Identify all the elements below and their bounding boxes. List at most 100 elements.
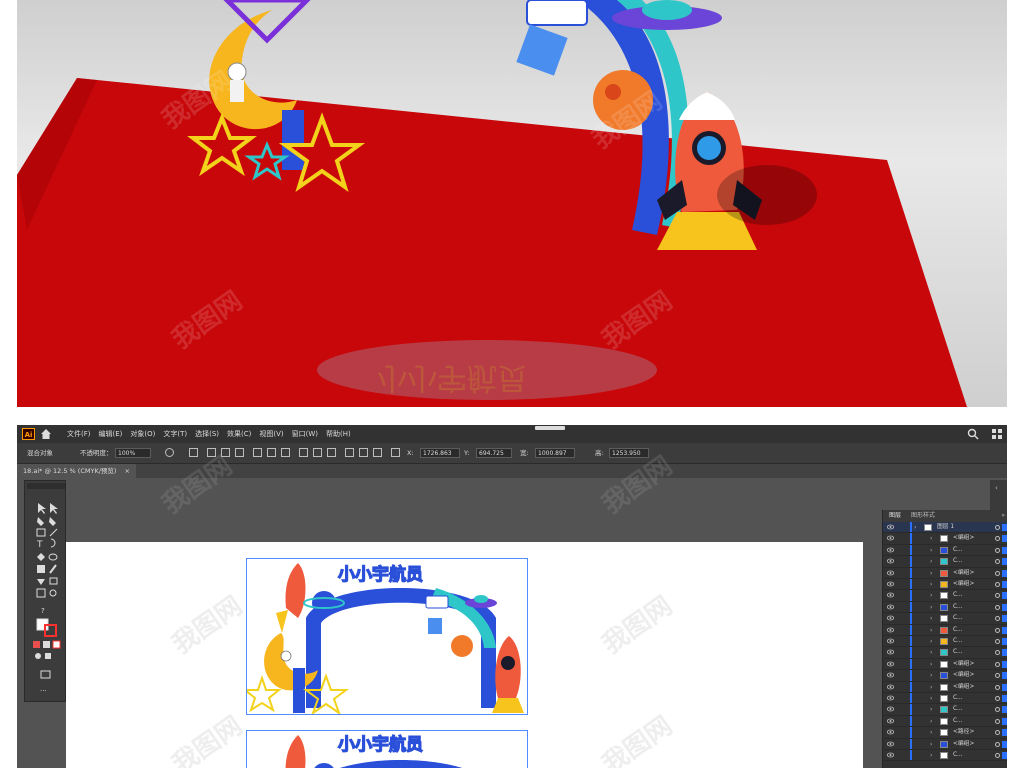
visibility-eye-icon[interactable] [887,706,894,712]
y-field[interactable]: 694.725 [476,448,512,458]
visibility-eye-icon[interactable] [887,570,894,576]
menu-window[interactable]: 窗口(W) [292,425,318,443]
layer-row[interactable]: › C... [883,750,1007,762]
expand-arrow-icon[interactable]: › [930,659,932,670]
visibility-eye-icon[interactable] [887,672,894,678]
expand-arrow-icon[interactable]: › [930,670,932,681]
expand-arrow-icon[interactable]: › [930,556,932,567]
layer-row[interactable]: › C... [883,704,1007,716]
menu-type[interactable]: 文字(T) [163,425,187,443]
layer-row[interactable]: › <编组> [883,567,1007,579]
visibility-eye-icon[interactable] [887,604,894,610]
visibility-eye-icon[interactable] [887,752,894,758]
selection-bounding-box-2[interactable] [246,730,528,768]
layer-row[interactable]: › C... [883,613,1007,625]
home-icon[interactable] [40,428,52,440]
target-circle-icon[interactable] [995,616,1000,622]
layer-row[interactable]: › <编组> [883,533,1007,545]
visibility-eye-icon[interactable] [887,684,894,690]
visibility-eye-icon[interactable] [887,558,894,564]
visibility-eye-icon[interactable] [887,524,894,530]
layer-row[interactable]: › C... [883,636,1007,648]
target-circle-icon[interactable] [995,547,1000,553]
close-icon[interactable]: × [125,467,130,475]
layer-row[interactable]: › <编组> [883,681,1007,693]
width-field[interactable]: 1000.897 [535,448,575,458]
x-field[interactable]: 1726.863 [420,448,460,458]
expand-arrow-icon[interactable]: › [914,522,916,533]
distribute-right-icon[interactable] [373,448,382,457]
layer-row[interactable]: › <编组> [883,658,1007,671]
tab-layers[interactable]: 图层 [889,510,901,522]
target-circle-icon[interactable] [995,536,1000,542]
menu-help[interactable]: 帮助(H) [326,425,351,443]
workspace-grid-icon[interactable] [991,428,1003,440]
target-circle-icon[interactable] [995,593,1000,599]
expand-arrow-icon[interactable]: › [930,625,932,636]
opacity-field[interactable]: 100% [115,448,151,458]
expand-arrow-icon[interactable]: › [930,693,932,704]
layer-row[interactable]: › C... [883,624,1007,636]
expand-arrow-icon[interactable]: › [930,739,932,750]
target-circle-icon[interactable] [995,696,1000,701]
target-circle-icon[interactable] [995,559,1000,565]
visibility-eye-icon[interactable] [887,615,894,621]
window-drag-handle[interactable] [535,426,565,430]
expand-arrow-icon[interactable]: › [930,568,932,579]
expand-arrow-icon[interactable]: › [930,590,932,601]
expand-arrow-icon[interactable]: › [930,682,932,693]
visibility-eye-icon[interactable] [887,592,894,598]
target-circle-icon[interactable] [995,673,1000,679]
menu-select[interactable]: 选择(S) [195,425,219,443]
layer-row[interactable]: › C... [883,544,1007,557]
distribute-bottom-icon[interactable] [327,448,336,457]
recolor-icon[interactable] [165,448,174,457]
layer-row[interactable]: › C... [883,693,1007,705]
reference-point-icon[interactable] [391,448,400,457]
layer-row[interactable]: › C... [883,556,1007,568]
align-top-icon[interactable] [253,448,262,457]
distribute-top-icon[interactable] [299,448,308,457]
visibility-eye-icon[interactable] [887,638,894,644]
layer-row[interactable]: › <编组> [883,670,1007,682]
visibility-eye-icon[interactable] [887,547,894,553]
target-circle-icon[interactable] [995,730,1000,736]
visibility-eye-icon[interactable] [887,661,894,667]
collapse-icon[interactable]: ‹ [995,484,998,492]
target-circle-icon[interactable] [995,741,1000,747]
visibility-eye-icon[interactable] [887,535,894,541]
distribute-center-icon[interactable] [359,448,368,457]
target-circle-icon[interactable] [995,639,1000,644]
expand-arrow-icon[interactable]: › [930,647,932,658]
layer-row[interactable]: › C... [883,647,1007,659]
target-circle-icon[interactable] [995,684,1000,690]
visibility-eye-icon[interactable] [887,718,894,724]
visibility-eye-icon[interactable] [887,695,894,701]
expand-arrow-icon[interactable]: › [930,602,932,613]
expand-arrow-icon[interactable]: › [930,716,932,727]
align-middle-icon[interactable] [267,448,276,457]
visibility-eye-icon[interactable] [887,581,894,587]
align-center-icon[interactable] [221,448,230,457]
align-bottom-icon[interactable] [281,448,290,457]
expand-arrow-icon[interactable]: › [930,613,932,624]
expand-arrow-icon[interactable]: › [930,750,932,761]
align-right-icon[interactable] [235,448,244,457]
layer-row[interactable]: › <路径> [883,727,1007,739]
visibility-eye-icon[interactable] [887,649,894,655]
menu-file[interactable]: 文件(F) [67,425,91,443]
height-field[interactable]: 1253.950 [609,448,649,458]
target-circle-icon[interactable] [995,707,1000,713]
target-circle-icon[interactable] [995,753,1000,758]
target-circle-icon[interactable] [995,650,1000,656]
expand-arrow-icon[interactable]: › [930,533,932,544]
target-circle-icon[interactable] [995,718,1000,724]
target-circle-icon[interactable] [995,661,1000,667]
panel-menu-icon[interactable]: » [1001,510,1005,522]
target-circle-icon[interactable] [995,525,1000,530]
expand-arrow-icon[interactable]: › [930,579,932,590]
layer-row[interactable]: › C... [883,590,1007,602]
target-circle-icon[interactable] [995,582,1000,587]
link-icon[interactable] [580,448,589,457]
expand-arrow-icon[interactable]: › [930,727,932,738]
